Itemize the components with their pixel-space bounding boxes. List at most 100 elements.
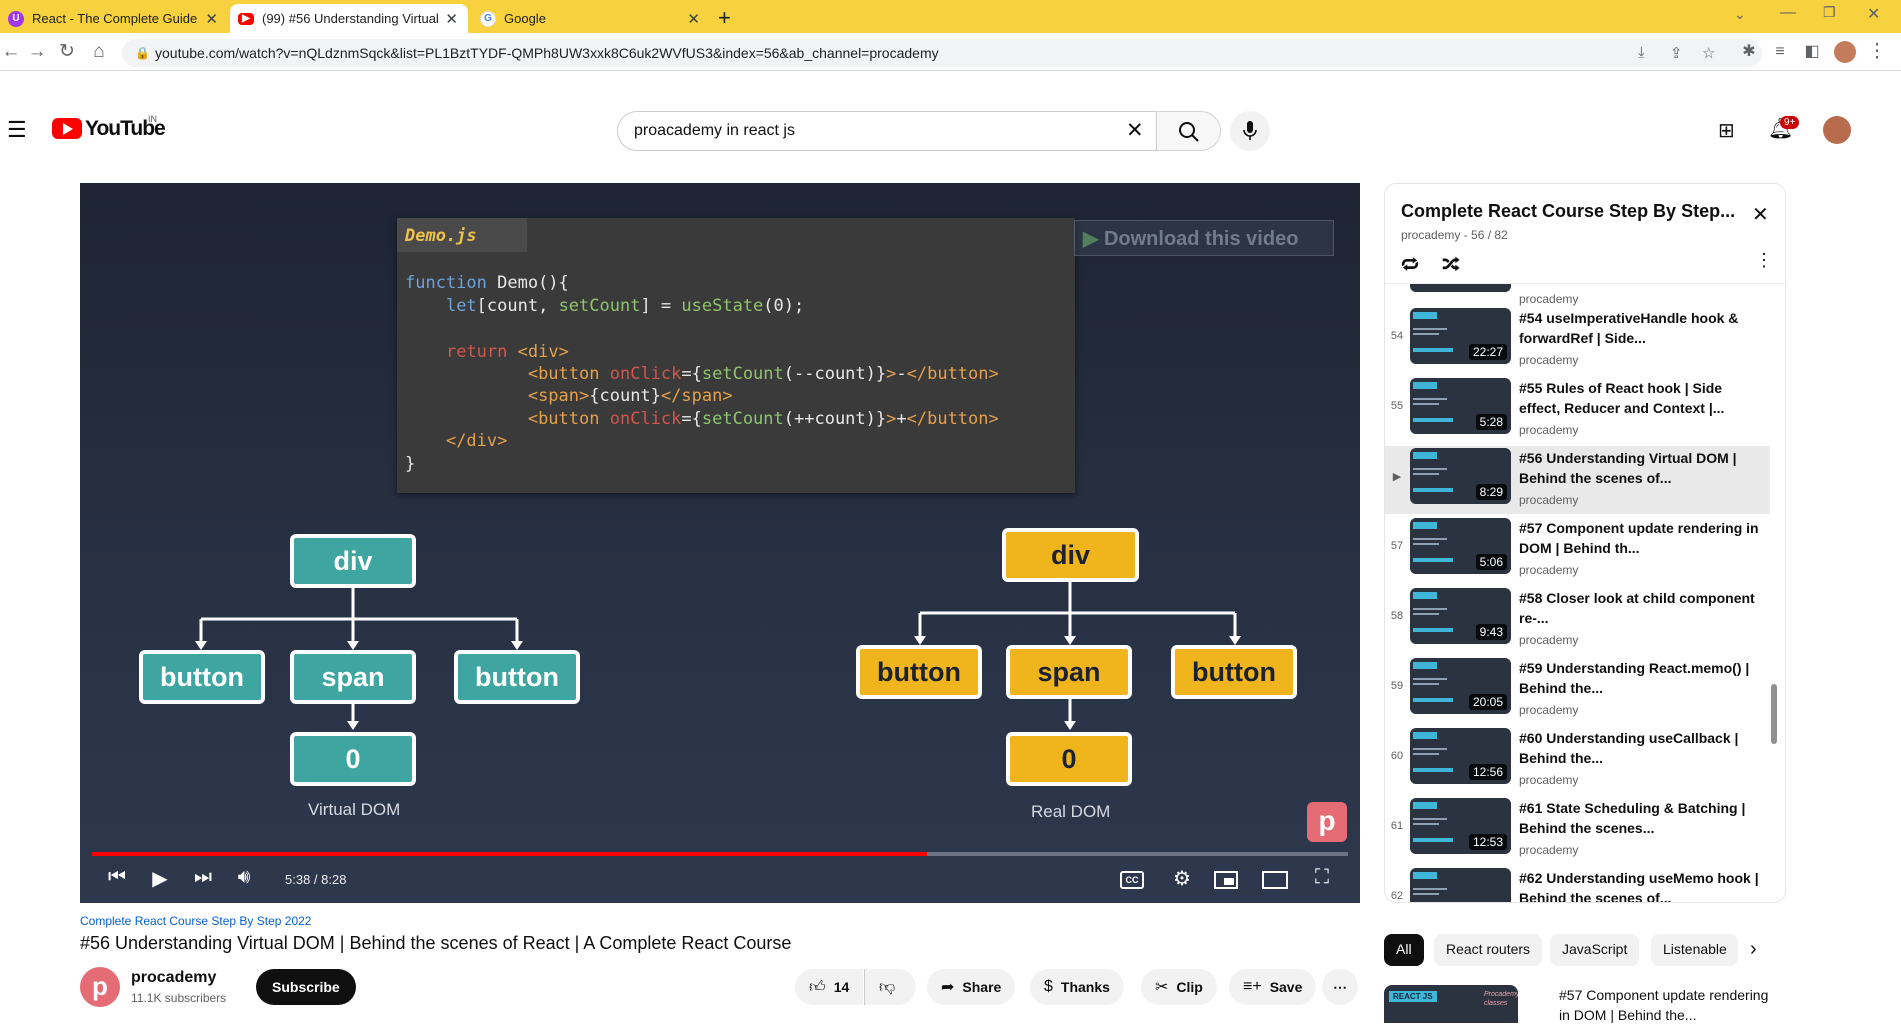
save-label: Save bbox=[1269, 979, 1303, 995]
like-button[interactable]: 👍︎ 14 bbox=[795, 969, 863, 1005]
install-icon[interactable]: ⤓ bbox=[1638, 44, 1645, 61]
voice-search-button[interactable] bbox=[1230, 111, 1270, 151]
more-actions-button[interactable]: ⋯ bbox=[1322, 969, 1358, 1005]
tab-search-icon[interactable]: ⌄ bbox=[1734, 6, 1746, 23]
theater-mode-icon[interactable] bbox=[1262, 871, 1288, 889]
playlist-item[interactable]: 61 12:53 #61 State Scheduling & Batching |… bbox=[1385, 796, 1770, 864]
close-window-icon[interactable]: ✕ bbox=[1867, 4, 1880, 24]
close-icon[interactable]: ✕ bbox=[687, 10, 700, 28]
procademy-watermark-icon[interactable]: p bbox=[1307, 802, 1347, 842]
video-duration: 12:53 bbox=[1468, 834, 1507, 850]
real-dom-button-node: button bbox=[856, 645, 982, 699]
extensions-icon[interactable]: ✱ bbox=[1738, 41, 1760, 63]
close-playlist-icon[interactable]: ✕ bbox=[1752, 202, 1769, 227]
chip-next-icon[interactable]: › bbox=[1750, 938, 1757, 961]
youtube-logo-icon[interactable] bbox=[52, 118, 82, 139]
playlist-item[interactable]: 62 #62 Understanding useMemo hook | Behin… bbox=[1385, 866, 1770, 902]
close-icon[interactable]: ✕ bbox=[445, 10, 458, 28]
minimize-icon[interactable]: — bbox=[1780, 4, 1796, 22]
chip-react-routers[interactable]: React routers bbox=[1434, 934, 1543, 966]
playlist-item[interactable]: 59 20:05 #59 Understanding React.memo() | … bbox=[1385, 656, 1770, 724]
address-bar[interactable]: 🔒 youtube.com/watch?v=nQLdznmSqck&list=P… bbox=[122, 39, 1762, 67]
fullscreen-icon[interactable]: ⛶ bbox=[1308, 866, 1336, 889]
video-thumbnail[interactable]: 20:05 bbox=[1410, 658, 1511, 714]
thumbs-down-icon: 👎︎ bbox=[879, 978, 896, 996]
home-icon[interactable]: ⌂ bbox=[88, 41, 110, 63]
guide-menu-icon[interactable]: ☰ bbox=[7, 117, 27, 143]
next-video-title[interactable]: #57 Component update rendering in DOM | … bbox=[1559, 985, 1774, 1025]
share-page-icon[interactable]: ⇪ bbox=[1670, 44, 1683, 62]
video-thumbnail[interactable] bbox=[1410, 868, 1511, 902]
video-thumbnail[interactable]: 12:56 bbox=[1410, 728, 1511, 784]
create-video-icon[interactable]: ⊞ bbox=[1718, 118, 1735, 143]
reload-icon[interactable]: ↻ bbox=[56, 41, 78, 63]
shuffle-icon[interactable]: 🔀︎ bbox=[1442, 250, 1460, 277]
save-button[interactable]: ≡+ Save bbox=[1229, 969, 1317, 1005]
lock-icon[interactable]: 🔒 bbox=[135, 46, 150, 60]
chip-all[interactable]: All bbox=[1384, 934, 1424, 966]
thumb-text-line bbox=[1413, 473, 1439, 475]
playlist-item[interactable]: 54 22:27 #54 useImperativeHandle hook & fo… bbox=[1385, 306, 1770, 374]
subscribe-button[interactable]: Subscribe bbox=[256, 969, 356, 1005]
back-icon[interactable]: ← bbox=[0, 41, 22, 63]
thumb-text-line bbox=[1413, 398, 1447, 400]
chrome-menu-icon[interactable]: ⋮ bbox=[1866, 41, 1888, 63]
playlist-item[interactable]: 55 5:28 #55 Rules of React hook | Side eff… bbox=[1385, 376, 1770, 444]
playlist-item[interactable]: 58 9:43 #58 Closer look at child component… bbox=[1385, 586, 1770, 654]
close-icon[interactable]: ✕ bbox=[205, 10, 218, 28]
video-player[interactable]: Demo.js function Demo(){ let[count, setC… bbox=[80, 183, 1360, 903]
chip-listenable[interactable]: Listenable bbox=[1651, 934, 1738, 966]
thumb-accent-bar bbox=[1413, 558, 1453, 562]
account-avatar[interactable] bbox=[1823, 116, 1851, 144]
browser-tab[interactable]: G Google ✕ bbox=[472, 4, 710, 33]
thumb-brand: Procademy classes bbox=[1484, 991, 1518, 1007]
media-controls-icon[interactable]: ≡ bbox=[1769, 41, 1791, 63]
next-video-icon[interactable]: ⏭ bbox=[189, 866, 217, 889]
video-thumbnail[interactable]: 5:28 bbox=[1410, 378, 1511, 434]
progress-bar[interactable] bbox=[92, 852, 1348, 856]
search-button[interactable] bbox=[1157, 111, 1221, 151]
new-tab-icon[interactable]: + bbox=[718, 5, 731, 31]
play-icon[interactable]: ▶ bbox=[146, 866, 174, 891]
video-thumbnail[interactable]: 22:27 bbox=[1410, 308, 1511, 364]
settings-gear-icon[interactable]: ⚙ bbox=[1168, 866, 1196, 891]
browser-tab-active[interactable]: ▶ (99) #56 Understanding Virtual D ✕ bbox=[230, 4, 468, 33]
browser-tab[interactable]: U React - The Complete Guide (incl ✕ bbox=[0, 4, 228, 33]
video-thumbnail[interactable]: 9:43 bbox=[1410, 588, 1511, 644]
next-video-thumbnail[interactable]: REACT JS Procademy classes bbox=[1384, 985, 1518, 1023]
video-thumbnail[interactable]: 8:29 bbox=[1410, 448, 1511, 504]
restore-icon[interactable]: ❐ bbox=[1823, 4, 1836, 21]
video-thumbnail[interactable]: 5:06 bbox=[1410, 518, 1511, 574]
clip-button[interactable]: ✂ Clip bbox=[1141, 969, 1217, 1005]
virtual-dom-button-node: button bbox=[454, 650, 580, 704]
playlist-link[interactable]: Complete React Course Step By Step 2022 bbox=[80, 914, 311, 928]
search-input[interactable]: proacademy in react js ✕ bbox=[617, 111, 1157, 151]
channel-name[interactable]: procademy bbox=[131, 969, 216, 987]
playlist-item-title: #54 useImperativeHandle hook & forwardRe… bbox=[1519, 310, 1739, 346]
playlist-item[interactable]: 57 5:06 #57 Component update rendering in … bbox=[1385, 516, 1770, 584]
playlist-scrollbar[interactable] bbox=[1771, 684, 1777, 744]
volume-icon[interactable]: 🔊︎ bbox=[230, 866, 258, 889]
dislike-button[interactable]: 👎︎ bbox=[864, 969, 916, 1005]
clear-search-icon[interactable]: ✕ bbox=[1126, 118, 1144, 143]
more-vertical-icon[interactable]: ⋮ bbox=[1755, 250, 1773, 271]
forward-icon[interactable]: → bbox=[26, 41, 48, 63]
profile-avatar[interactable] bbox=[1834, 41, 1856, 63]
channel-avatar[interactable]: p bbox=[80, 967, 120, 1007]
playlist-item[interactable]: ▶ 8:29 #56 Understanding Virtual DOM | Beh… bbox=[1385, 446, 1770, 514]
previous-video-icon[interactable]: ⏮ bbox=[103, 866, 131, 889]
bookmark-star-icon[interactable]: ☆ bbox=[1702, 44, 1715, 62]
captions-icon[interactable]: CC bbox=[1120, 871, 1144, 889]
playlist-item[interactable]: 60 12:56 #60 Understanding useCallback | B… bbox=[1385, 726, 1770, 794]
current-time: 5:38 bbox=[285, 872, 311, 887]
video-thumbnail[interactable]: 12:53 bbox=[1410, 798, 1511, 854]
thanks-button[interactable]: $ Thanks bbox=[1030, 969, 1124, 1005]
playlist-title[interactable]: Complete React Course Step By Step... bbox=[1401, 201, 1741, 222]
chip-javascript[interactable]: JavaScript bbox=[1550, 934, 1640, 966]
loop-icon[interactable]: 🔁︎ bbox=[1401, 250, 1419, 277]
side-panel-icon[interactable]: ◧ bbox=[1801, 41, 1823, 63]
video-thumbnail[interactable] bbox=[1410, 284, 1511, 292]
share-button[interactable]: ➦ Share bbox=[927, 969, 1016, 1005]
playlist-item-channel: procademy bbox=[1519, 843, 1579, 857]
miniplayer-icon[interactable] bbox=[1214, 871, 1238, 889]
